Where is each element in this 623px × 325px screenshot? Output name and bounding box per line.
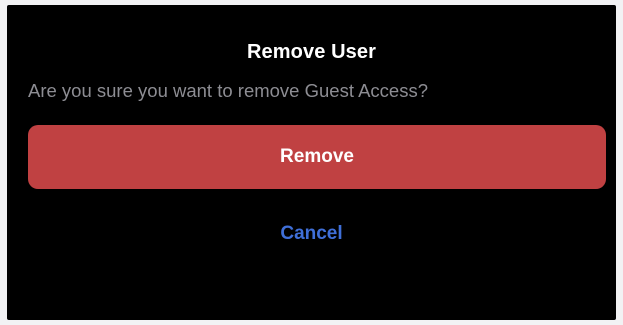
- remove-button[interactable]: Remove: [28, 125, 606, 189]
- remove-user-dialog: Remove User Are you sure you want to rem…: [7, 5, 616, 320]
- remove-button-label: Remove: [280, 146, 354, 167]
- dialog-message: Are you sure you want to remove Guest Ac…: [28, 80, 428, 101]
- cancel-button[interactable]: Cancel: [7, 223, 616, 245]
- dialog-title: Remove User: [247, 41, 376, 63]
